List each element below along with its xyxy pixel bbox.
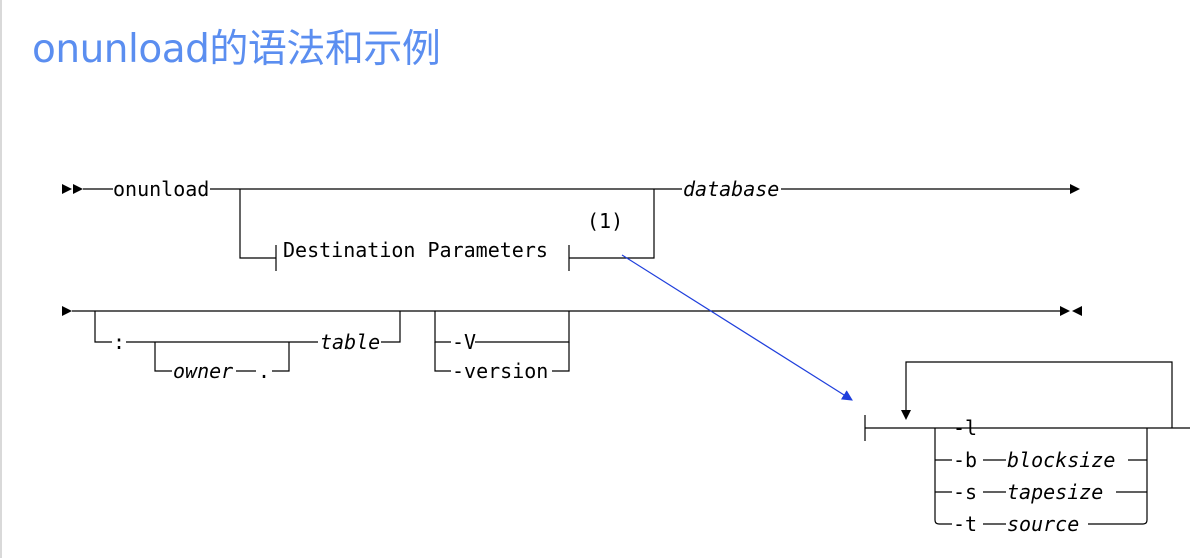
param-s-arg: tapesize (1007, 480, 1103, 504)
param-l-flag: -l (953, 416, 977, 440)
param-b-arg: blocksize (1007, 448, 1115, 472)
start-double-arrow-2 (73, 184, 83, 194)
fragment-link-arrow (621, 254, 853, 401)
destination-parameters-label: Destination Parameters (283, 238, 548, 262)
param-t-lead (934, 519, 952, 525)
footnote-ref: (1) (587, 209, 623, 233)
version-branch-right (552, 342, 570, 372)
param-t-arg: source (1007, 512, 1079, 536)
end-arrow-left (1072, 306, 1082, 316)
opt-version-label: -version (452, 359, 548, 383)
v-branch-left (434, 311, 451, 343)
table-branch-right (381, 311, 401, 343)
owner-label: owner (173, 359, 233, 383)
param-b-flag: -b (953, 448, 977, 472)
table-branch-left (94, 311, 112, 343)
version-branch-left (434, 342, 451, 372)
repeat-loop (905, 361, 1173, 428)
end-arrow-right (1060, 306, 1070, 316)
command-onunload: onunload (113, 177, 209, 201)
dest-branch-left (239, 189, 276, 259)
param-t-flag: -t (953, 512, 977, 536)
dot-label: . (258, 359, 270, 383)
start-double-arrow (62, 184, 72, 194)
param-t-tail (1088, 519, 1148, 525)
colon-label: : (113, 330, 125, 354)
param-s-flag: -s (953, 480, 977, 504)
database-label: database (683, 177, 779, 201)
table-label: table (320, 330, 380, 354)
v-branch-right (475, 311, 570, 343)
opt-V-label: -V (452, 330, 476, 354)
repeat-arrow-down (901, 410, 911, 420)
row1-continue-arrow (1070, 184, 1080, 194)
row2-continue-arrow (62, 306, 72, 316)
owner-branch-left (154, 342, 172, 372)
owner-branch-right (272, 342, 290, 372)
syntax-diagram: onunload Destination Parameters (1) data… (62, 177, 1190, 536)
